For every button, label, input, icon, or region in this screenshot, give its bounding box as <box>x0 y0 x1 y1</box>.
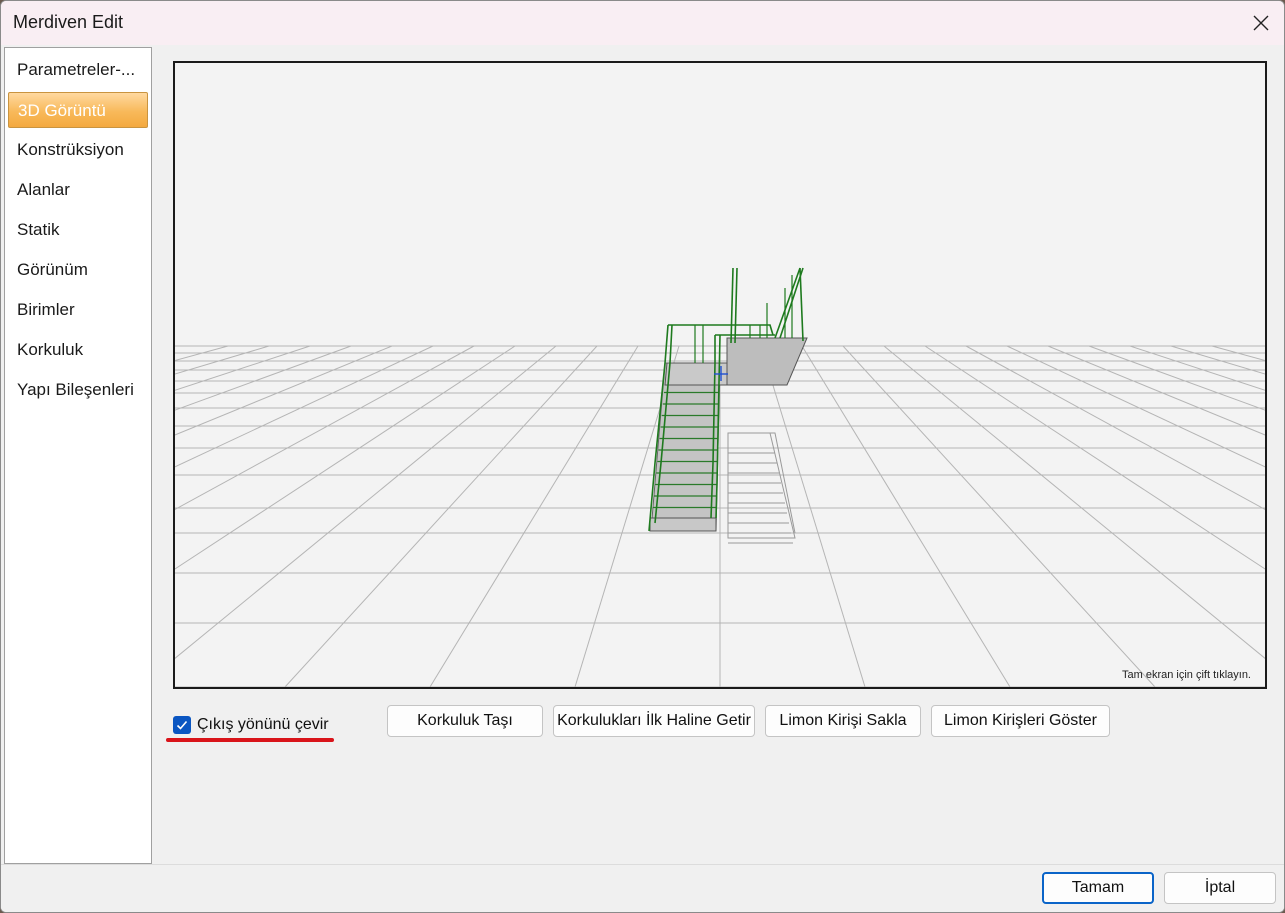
grid-line <box>175 345 311 391</box>
ghost-stair-outline <box>727 432 796 539</box>
grid-line <box>175 345 434 468</box>
flip-exit-label: Çıkış yönünü çevir <box>197 716 329 733</box>
move-railing-button[interactable]: Korkuluk Taşı <box>387 705 543 737</box>
grid-line <box>842 345 1156 687</box>
grid-line <box>175 345 229 361</box>
grid-line <box>924 345 1265 570</box>
ok-button[interactable]: Tamam <box>1042 872 1154 904</box>
grid-line <box>1047 345 1265 436</box>
grid-line <box>175 345 557 659</box>
grid-line <box>1129 345 1265 391</box>
nav-item-3d-goruntu[interactable]: 3D Görüntü <box>8 92 148 128</box>
grid-line <box>760 345 866 687</box>
nav-item-yapi-bilesenleri[interactable]: Yapı Bileşenleri <box>8 372 148 408</box>
checkmark-icon <box>176 720 188 730</box>
nav-list: Parametreler-... 3D Görüntü Konstrüksiyo… <box>4 47 152 864</box>
nav-item-statik[interactable]: Statik <box>8 212 148 248</box>
grid-line <box>801 345 1011 687</box>
flip-exit-checkbox[interactable] <box>173 716 191 734</box>
cancel-button[interactable]: İptal <box>1164 872 1276 904</box>
nav-item-parametreler[interactable]: Parametreler-... <box>8 52 148 88</box>
window-title: Merdiven Edit <box>13 12 124 32</box>
title-bar[interactable]: Merdiven Edit <box>1 1 1284 45</box>
nav-item-gorunum[interactable]: Görünüm <box>8 252 148 288</box>
nav-item-korkuluk[interactable]: Korkuluk <box>8 332 148 368</box>
flip-exit-checkbox-row[interactable]: Çıkış yönünü çevir <box>173 714 329 736</box>
nav-item-birimler[interactable]: Birimler <box>8 292 148 328</box>
close-button[interactable] <box>1238 1 1284 45</box>
show-stringers-button[interactable]: Limon Kirişleri Göster <box>931 705 1110 737</box>
staircase-3d-view <box>175 267 1265 687</box>
grid-line <box>175 345 393 436</box>
hide-stringer-button[interactable]: Limon Kirişi Sakla <box>765 705 921 737</box>
dialog-footer: Tamam İptal <box>1 864 1284 912</box>
dialog-window: Merdiven Edit Parametreler-... 3D Görünt… <box>0 0 1285 913</box>
grid-line <box>284 345 598 687</box>
nav-item-alanlar[interactable]: Alanlar <box>8 172 148 208</box>
grid-line <box>175 345 516 570</box>
grid-line <box>1211 345 1265 361</box>
dialog-client: Parametreler-... 3D Görüntü Konstrüksiyo… <box>1 45 1284 912</box>
nav-item-konstruksiyon[interactable]: Konstrüksiyon <box>8 132 148 168</box>
close-icon <box>1253 15 1269 31</box>
grid-line <box>429 345 639 687</box>
annotation-underline <box>166 738 334 742</box>
grid-line <box>883 345 1265 659</box>
fullscreen-hint: Tam ekran için çift tıklayın. <box>1122 669 1251 681</box>
reset-railings-button[interactable]: Korkulukları İlk Haline Getir <box>553 705 755 737</box>
grid-line <box>1006 345 1265 468</box>
staircase-model <box>648 267 808 544</box>
3d-viewport[interactable]: Tam ekran için çift tıklayın. <box>173 61 1267 689</box>
